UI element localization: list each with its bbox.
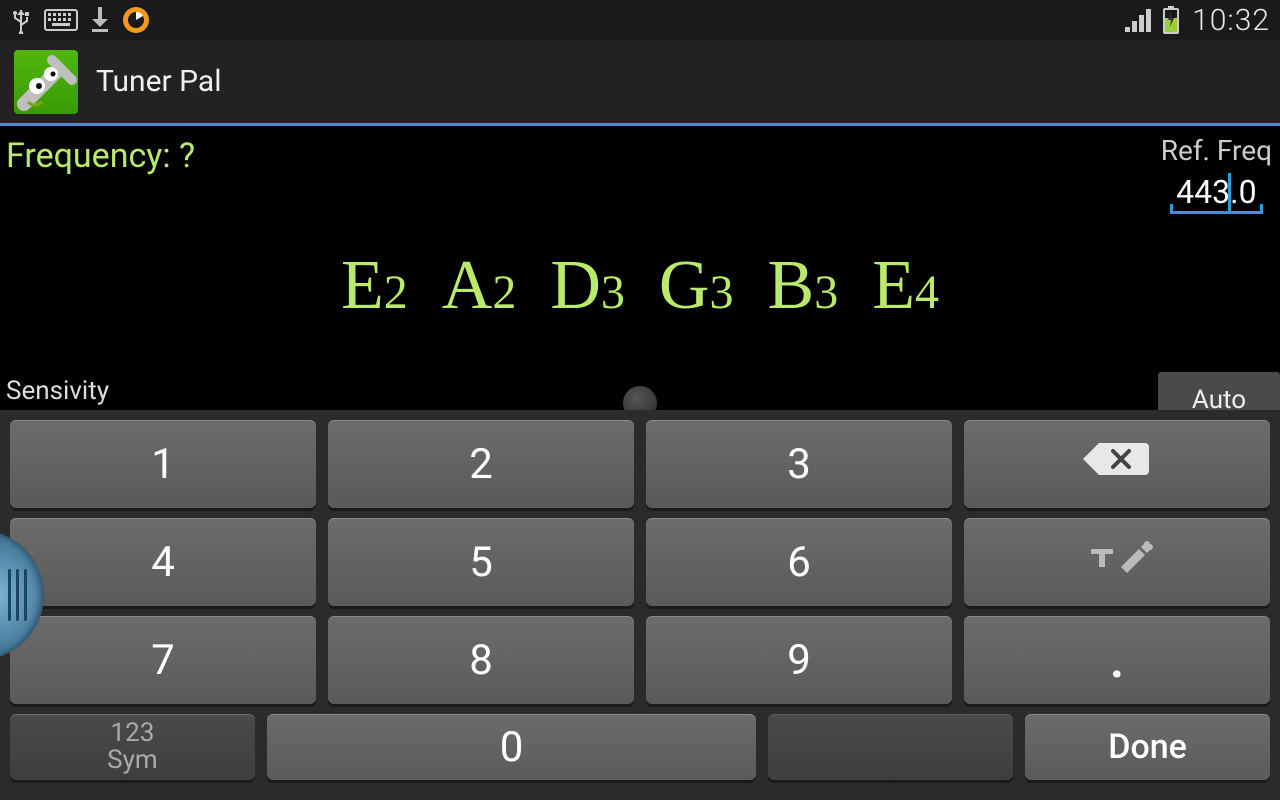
key-8[interactable]: 8 [328, 616, 634, 704]
action-bar: Tuner Pal [0, 40, 1280, 126]
usb-icon [10, 6, 32, 34]
signal-icon [1124, 7, 1154, 33]
key-text-mode[interactable] [964, 518, 1270, 606]
sensitivity-label: Sensivity [6, 376, 109, 406]
backspace-icon [1081, 439, 1153, 490]
number-keyboard: 1 2 3 4 5 6 7 8 9 . 123Sym 0 Done [0, 410, 1280, 800]
key-7[interactable]: 7 [10, 616, 316, 704]
status-bar: 10:32 [0, 0, 1280, 40]
ref-freq-value: 443.0 [1176, 173, 1256, 211]
note-row: E2 A2 D3 G3 B3 E4 [0, 246, 1280, 326]
key-blank [768, 714, 1013, 780]
note-e4[interactable]: E4 [872, 246, 939, 326]
app-icon [14, 50, 78, 114]
key-sym[interactable]: 123Sym [10, 714, 255, 780]
key-1[interactable]: 1 [10, 420, 316, 508]
frequency-readout: Frequency: ? [6, 136, 195, 176]
note-e2[interactable]: E2 [341, 246, 408, 326]
keyboard-icon [44, 9, 78, 31]
key-2[interactable]: 2 [328, 420, 634, 508]
key-6[interactable]: 6 [646, 518, 952, 606]
download-icon [90, 7, 110, 33]
note-d3[interactable]: D3 [550, 246, 625, 326]
key-5[interactable]: 5 [328, 518, 634, 606]
status-clock: 10:32 [1188, 3, 1270, 38]
key-3[interactable]: 3 [646, 420, 952, 508]
ref-freq-label: Ref. Freq [1161, 134, 1272, 167]
battery-charging-icon [1162, 6, 1180, 34]
text-mode-icon [1081, 537, 1153, 588]
note-a2[interactable]: A2 [442, 246, 517, 326]
key-0[interactable]: 0 [267, 714, 757, 780]
note-b3[interactable]: B3 [767, 246, 838, 326]
note-g3[interactable]: G3 [659, 246, 734, 326]
key-dot[interactable]: . [964, 616, 1270, 704]
key-9[interactable]: 9 [646, 616, 952, 704]
ref-freq-input[interactable]: 443.0 [1170, 171, 1262, 214]
key-4[interactable]: 4 [10, 518, 316, 606]
main-content: Frequency: ? Ref. Freq 443.0 E2 A2 D3 G3… [0, 126, 1280, 410]
app-title: Tuner Pal [96, 64, 222, 99]
key-done[interactable]: Done [1025, 714, 1270, 780]
avast-icon [122, 6, 150, 34]
key-backspace[interactable] [964, 420, 1270, 508]
